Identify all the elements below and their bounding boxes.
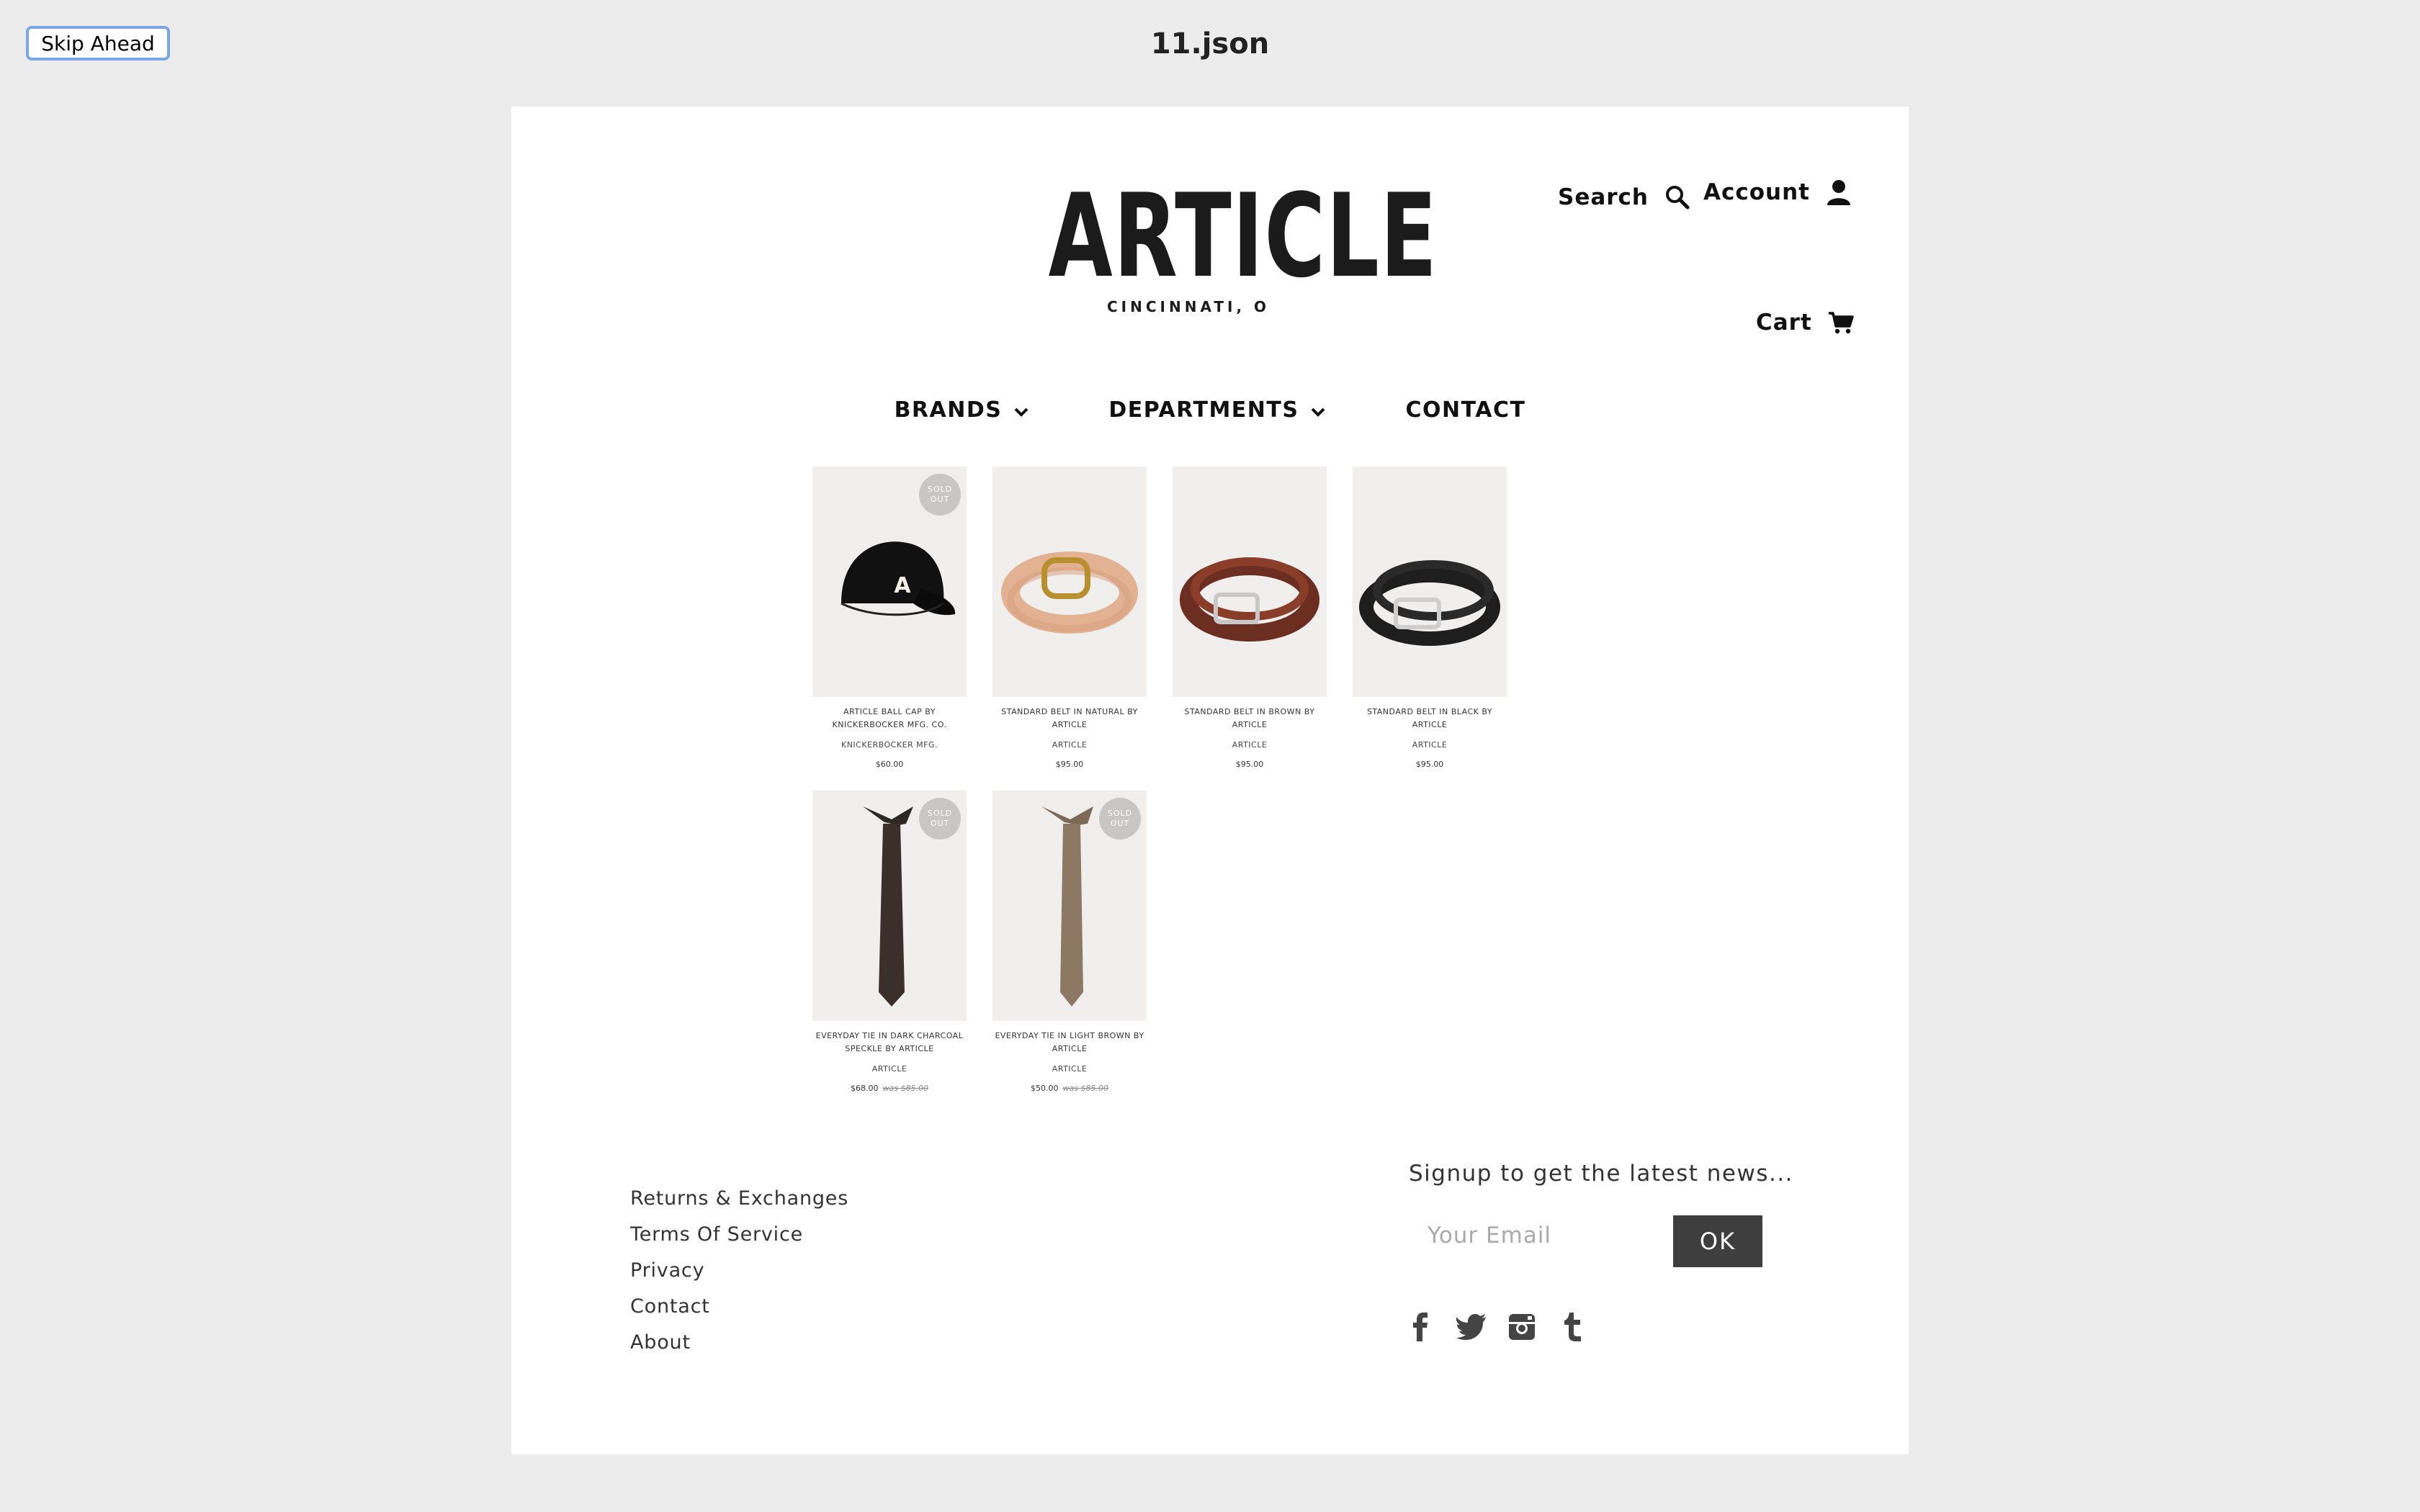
sold-out-badge: SOLD OUT xyxy=(1099,798,1141,840)
product-card[interactable]: STANDARD BELT IN BLACK BY ARTICLE ARTICL… xyxy=(1353,467,1507,769)
nav-brands[interactable]: BRANDS xyxy=(895,397,1030,423)
nav-brands-label: BRANDS xyxy=(894,397,1003,423)
product-card[interactable]: STANDARD BELT IN NATURAL BY ARTICLE ARTI… xyxy=(992,467,1147,769)
product-title[interactable]: STANDARD BELT IN BLACK BY ARTICLE xyxy=(1353,706,1507,732)
product-grid: A SOLD OUT ARTICLE BALL CAP BY KNICKERBO… xyxy=(812,467,1533,1093)
store-logo[interactable]: ARTICLE CINCINNATI, O xyxy=(994,168,1438,316)
product-card[interactable]: SOLD OUT EVERYDAY TIE IN DARK CHARCOAL S… xyxy=(812,791,967,1093)
product-image-natural-belt[interactable] xyxy=(992,467,1147,697)
product-price: $60.00 xyxy=(875,760,904,769)
chevron-down-icon xyxy=(1310,397,1326,423)
cart-icon xyxy=(1828,311,1854,334)
product-price: $95.00 xyxy=(1055,760,1084,769)
product-image-brown-tie[interactable]: SOLD OUT xyxy=(992,791,1147,1021)
footer-link-returns[interactable]: Returns & Exchanges xyxy=(630,1188,848,1209)
search-label: Search xyxy=(1558,184,1649,210)
social-links xyxy=(1404,1310,1589,1344)
footer-link-contact[interactable]: Contact xyxy=(630,1296,848,1317)
document-title: 11.json xyxy=(1150,27,1270,60)
nav-departments-label: DEPARTMENTS xyxy=(1108,397,1299,423)
product-card[interactable]: STANDARD BELT IN BROWN BY ARTICLE ARTICL… xyxy=(1173,467,1327,769)
search-icon xyxy=(1664,184,1690,210)
ok-button[interactable]: OK xyxy=(1673,1215,1762,1267)
account-link[interactable]: Account xyxy=(1703,179,1852,206)
footer-link-privacy[interactable]: Privacy xyxy=(630,1260,848,1281)
footer-link-terms[interactable]: Terms Of Service xyxy=(630,1224,848,1245)
product-card[interactable]: A SOLD OUT ARTICLE BALL CAP BY KNICKERBO… xyxy=(812,467,967,769)
logo-wordmark: ARTICLE xyxy=(1048,168,1438,303)
product-title[interactable]: ARTICLE BALL CAP BY KNICKERBOCKER MFG. C… xyxy=(812,706,967,732)
chevron-down-icon xyxy=(1013,397,1029,423)
email-field[interactable] xyxy=(1410,1215,1662,1256)
account-icon xyxy=(1826,179,1852,206)
product-vendor: KNICKERBOCKER MFG. xyxy=(841,740,938,750)
search-link[interactable]: Search xyxy=(1558,184,1690,210)
product-title[interactable]: EVERYDAY TIE IN LIGHT BROWN BY ARTICLE xyxy=(992,1030,1147,1056)
product-vendor: ARTICLE xyxy=(1412,740,1448,750)
sold-out-badge: SOLD OUT xyxy=(919,798,961,840)
product-vendor: ARTICLE xyxy=(1052,740,1088,750)
product-vendor: ARTICLE xyxy=(1232,740,1268,750)
nav-departments[interactable]: DEPARTMENTS xyxy=(1108,397,1326,423)
account-label: Account xyxy=(1703,179,1810,205)
product-image-brown-belt[interactable] xyxy=(1173,467,1327,697)
footer-link-about[interactable]: About xyxy=(630,1332,848,1353)
tumblr-icon[interactable] xyxy=(1556,1310,1589,1344)
svg-text:A: A xyxy=(894,573,911,598)
twitter-icon[interactable] xyxy=(1455,1310,1488,1344)
product-image-charcoal-tie[interactable]: SOLD OUT xyxy=(812,791,967,1021)
product-title[interactable]: STANDARD BELT IN BROWN BY ARTICLE xyxy=(1173,706,1327,732)
main-nav: BRANDS DEPARTMENTS CONTACT xyxy=(511,397,1909,423)
product-image-black-belt[interactable] xyxy=(1353,467,1507,697)
product-title[interactable]: EVERYDAY TIE IN DARK CHARCOAL SPECKLE BY… xyxy=(812,1030,967,1056)
product-price: $95.00 xyxy=(1235,760,1264,769)
footer-links: Returns & Exchanges Terms Of Service Pri… xyxy=(630,1188,848,1353)
instagram-icon[interactable] xyxy=(1505,1310,1538,1344)
nav-contact-label: CONTACT xyxy=(1405,397,1526,423)
product-image-black-cap[interactable]: A SOLD OUT xyxy=(812,467,967,697)
product-card[interactable]: SOLD OUT EVERYDAY TIE IN LIGHT BROWN BY … xyxy=(992,791,1147,1093)
signup-title: Signup to get the latest news... xyxy=(1409,1161,1794,1187)
product-price: $68.00 was $85.00 xyxy=(851,1084,928,1093)
cart-label: Cart xyxy=(1756,310,1812,336)
sold-out-badge: SOLD OUT xyxy=(919,474,961,516)
product-price: $95.00 xyxy=(1415,760,1444,769)
store-page: ARTICLE CINCINNATI, O Search Account Car… xyxy=(511,107,1909,1454)
cart-link[interactable]: Cart xyxy=(1756,310,1854,336)
product-price: $50.00 was $85.00 xyxy=(1031,1084,1108,1093)
product-vendor: ARTICLE xyxy=(1052,1064,1088,1074)
facebook-icon[interactable] xyxy=(1404,1310,1438,1344)
product-title[interactable]: STANDARD BELT IN NATURAL BY ARTICLE xyxy=(992,706,1147,732)
nav-contact[interactable]: CONTACT xyxy=(1405,397,1525,423)
product-vendor: ARTICLE xyxy=(871,1064,908,1074)
